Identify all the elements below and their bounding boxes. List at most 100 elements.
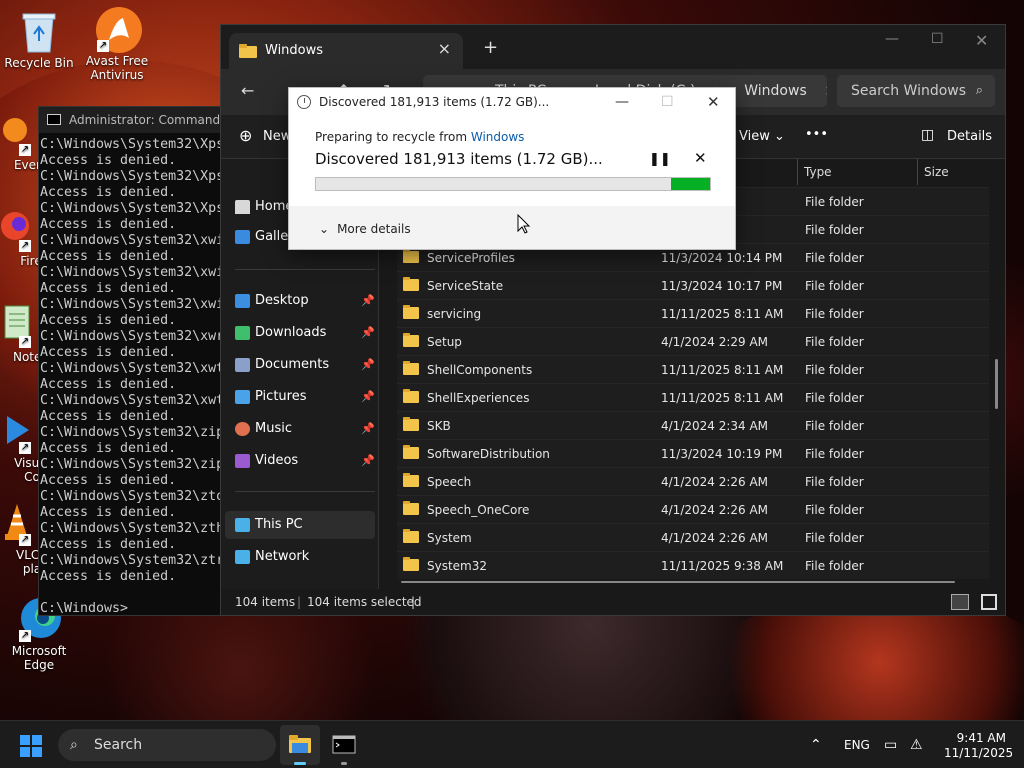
taskbar-search[interactable]: ⌕ Search — [58, 729, 276, 761]
video-icon — [235, 454, 250, 468]
pause-button[interactable]: ❚❚ — [649, 152, 671, 167]
tab-windows[interactable]: Windows × — [229, 33, 463, 69]
tab-bar: Windows × + — ☐ ✕ — [221, 25, 1005, 69]
maximize-icon[interactable]: ☐ — [931, 31, 944, 47]
shortcut-arrow-icon: ↗ — [97, 40, 109, 52]
file-name: System — [427, 531, 472, 545]
horizontal-scrollbar[interactable] — [401, 581, 955, 583]
source-folder-link[interactable]: Windows — [471, 130, 525, 144]
shortcut-arrow-icon: ↗ — [19, 534, 31, 546]
pin-icon[interactable]: 📌 — [361, 351, 375, 379]
start-button[interactable] — [20, 735, 42, 757]
file-type: File folder — [805, 195, 864, 209]
tiles-view-icon[interactable] — [981, 594, 997, 610]
table-row[interactable]: SoftwareDistribution 11/3/2024 10:19 PM Fi… — [397, 439, 989, 467]
command-prompt-window[interactable]: Administrator: Command Prompt C:\Windows… — [38, 106, 228, 616]
minimize-icon[interactable]: — — [885, 31, 899, 47]
pin-icon[interactable]: 📌 — [361, 383, 375, 411]
table-row[interactable]: servicing 11/11/2025 8:11 AM File folder — [397, 299, 989, 327]
language-indicator[interactable]: ENG — [844, 721, 870, 768]
date-modified: 4/1/2024 2:29 AM — [661, 335, 769, 349]
chevron-up-icon[interactable]: ⌃ — [810, 721, 822, 768]
nav-downloads[interactable]: Downloads 📌 — [235, 319, 375, 347]
column-size[interactable]: Size — [917, 159, 991, 185]
nav-music[interactable]: Music 📌 — [235, 415, 375, 443]
column-type[interactable]: Type — [797, 159, 917, 185]
terminal-icon — [332, 735, 356, 754]
table-row[interactable]: Setup 4/1/2024 2:29 AM File folder — [397, 327, 989, 355]
more-details-button[interactable]: ⌄ More details — [319, 222, 411, 236]
nav-documents[interactable]: Documents 📌 — [235, 351, 375, 379]
table-row[interactable]: System 4/1/2024 2:26 AM File folder — [397, 523, 989, 551]
cancel-button[interactable]: ✕ — [694, 149, 707, 167]
back-icon[interactable]: ← — [241, 81, 254, 100]
display-icon[interactable]: ▭ — [884, 721, 897, 768]
desktop-icon-avast[interactable]: ↗ Avast Free Antivirus — [78, 6, 156, 82]
download-icon — [235, 326, 250, 340]
pin-icon[interactable]: 📌 — [361, 319, 375, 347]
nav-pictures[interactable]: Pictures 📌 — [235, 383, 375, 411]
close-window-icon[interactable]: ✕ — [975, 31, 988, 50]
folder-icon — [289, 735, 311, 753]
clock[interactable]: 9:41 AM 11/11/2025 — [944, 731, 1013, 761]
recycle-progress-dialog[interactable]: Discovered 181,913 items (1.72 GB)... — … — [288, 87, 736, 250]
table-row[interactable]: Speech_OneCore 4/1/2024 2:26 AM File folde… — [397, 495, 989, 523]
notepad-icon: ↗ — [0, 302, 33, 348]
dialog-minimize-icon[interactable]: — — [615, 88, 629, 116]
desktop-icon-recycle-bin[interactable]: Recycle Bin — [0, 8, 78, 70]
more-options-button[interactable]: ••• — [805, 127, 828, 142]
table-row[interactable]: ShellExperiences 11/11/2025 8:11 AM File f… — [397, 383, 989, 411]
vertical-scrollbar[interactable] — [995, 359, 998, 409]
progress-bar — [315, 177, 711, 191]
date-modified: 4/1/2024 2:26 AM — [661, 503, 769, 517]
cmd-titlebar[interactable]: Administrator: Command Prompt — [39, 107, 227, 133]
folder-icon — [403, 417, 419, 431]
taskbar-command-prompt[interactable] — [324, 725, 364, 765]
search-icon: ⌕ — [70, 737, 78, 753]
breadcrumb-windows[interactable]: Windows — [744, 83, 807, 99]
cmd-output[interactable]: C:\Windows\System32\Xps Access is denied… — [39, 133, 227, 617]
file-name: SoftwareDistribution — [427, 447, 550, 461]
pin-icon[interactable]: 📌 — [361, 287, 375, 315]
table-row[interactable]: ShellComponents 11/11/2025 8:11 AM File fo… — [397, 355, 989, 383]
table-row[interactable]: SKB 4/1/2024 2:34 AM File folder — [397, 411, 989, 439]
document-icon — [235, 358, 250, 372]
details-button[interactable]: Details — [947, 129, 992, 144]
computer-icon — [235, 518, 250, 532]
shortcut-arrow-icon: ↗ — [19, 240, 31, 252]
vlc-icon: ↗ — [0, 500, 33, 546]
view-button[interactable]: View ⌄ — [739, 129, 785, 144]
folder-icon — [403, 445, 419, 459]
nav-this-pc[interactable]: This PC — [225, 511, 375, 539]
folder-icon — [403, 249, 419, 263]
shortcut-arrow-icon: ↗ — [19, 144, 31, 156]
pin-icon[interactable]: 📌 — [361, 447, 375, 475]
pin-icon[interactable]: 📌 — [361, 415, 375, 443]
file-name: System32 — [427, 559, 488, 573]
dialog-titlebar[interactable]: Discovered 181,913 items (1.72 GB)... — … — [289, 88, 735, 116]
table-row[interactable]: ServiceState 11/3/2024 10:17 PM File folde… — [397, 271, 989, 299]
desktop-icon — [235, 294, 250, 308]
close-tab-icon[interactable]: × — [438, 39, 451, 58]
file-name: ServiceState — [427, 279, 504, 293]
file-type: File folder — [805, 335, 864, 349]
file-name: ShellExperiences — [427, 391, 530, 405]
search-input[interactable]: Search Windows ⌕ — [837, 75, 995, 107]
dialog-close-icon[interactable]: ✕ — [707, 88, 720, 116]
music-icon — [235, 422, 250, 436]
firefox-icon: ↗ — [0, 206, 33, 252]
table-row[interactable]: System32 11/11/2025 9:38 AM File folder — [397, 551, 989, 579]
network-status-icon[interactable]: ⚠ — [910, 721, 923, 768]
file-type: File folder — [805, 391, 864, 405]
details-view-icon[interactable] — [951, 594, 969, 610]
taskbar-file-explorer[interactable] — [280, 725, 320, 765]
date-modified: 11/3/2024 10:17 PM — [661, 279, 783, 293]
nav-network[interactable]: Network — [225, 543, 375, 571]
file-type: File folder — [805, 503, 864, 517]
nav-videos[interactable]: Videos 📌 — [235, 447, 375, 475]
new-tab-button[interactable]: + — [483, 37, 498, 58]
avast-icon: ↗ — [95, 6, 142, 53]
file-name: Speech_OneCore — [427, 503, 530, 517]
table-row[interactable]: Speech 4/1/2024 2:26 AM File folder — [397, 467, 989, 495]
nav-desktop[interactable]: Desktop 📌 — [235, 287, 375, 315]
